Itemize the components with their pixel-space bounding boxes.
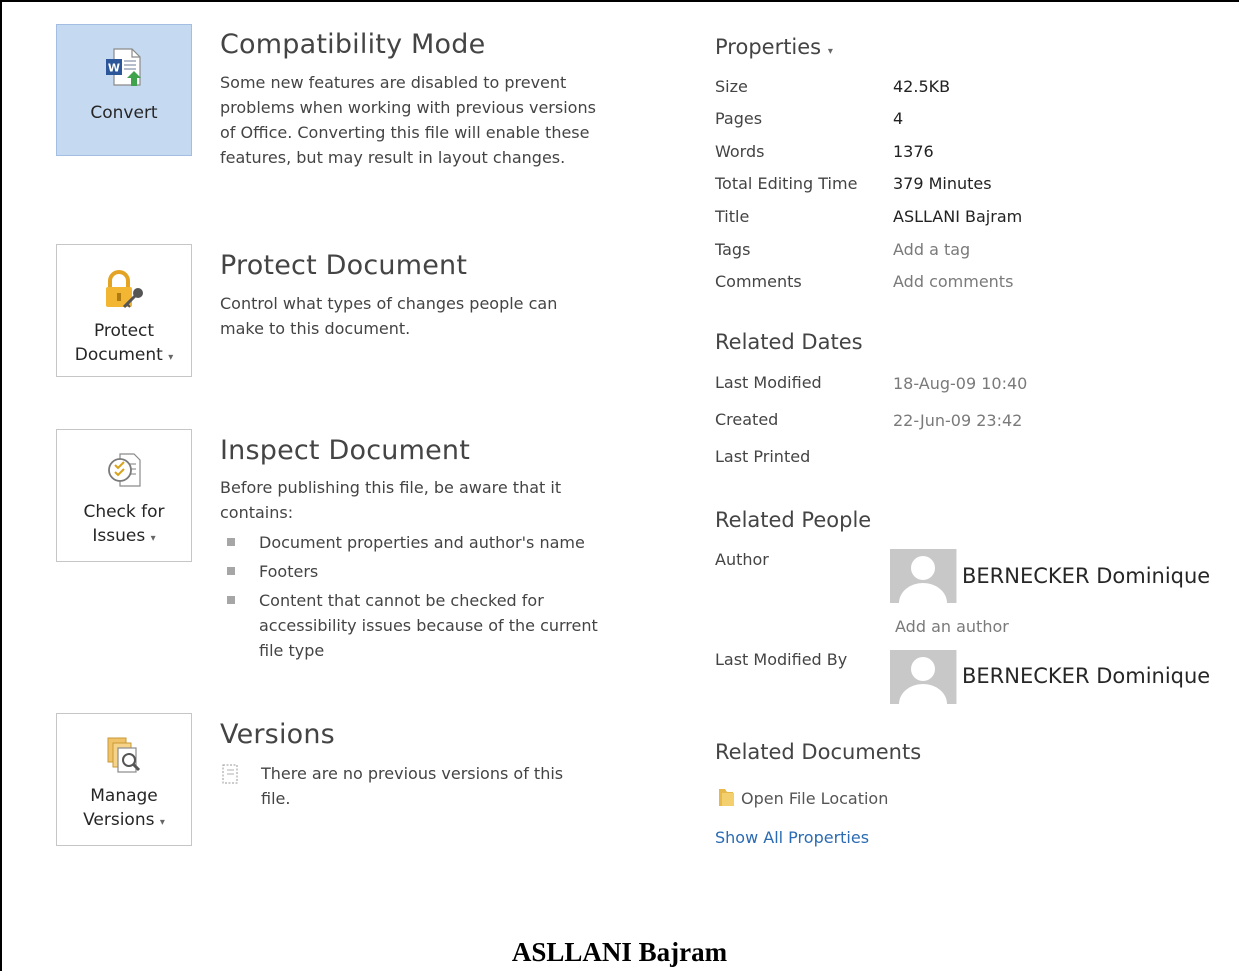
chevron-down-icon: ▾ — [159, 817, 165, 828]
lock-key-icon — [106, 270, 143, 309]
protect-document-label-line1: Protect — [93, 321, 155, 341]
protect-document-button[interactable]: Protect Document ▾ — [56, 244, 192, 377]
check-for-issues-label-line2: Issues ▾ — [57, 524, 191, 551]
list-item: Content that cannot be checked for acces… — [227, 588, 607, 663]
list-item: Footers — [227, 559, 607, 584]
person-icon — [899, 556, 947, 603]
author-label: Author — [715, 550, 769, 569]
prop-label-editing-time: Total Editing Time — [715, 174, 858, 193]
protect-document-title: Protect Document — [220, 250, 468, 281]
bullet-icon — [227, 567, 235, 575]
inspect-issues-list: Document properties and author's name Fo… — [227, 530, 607, 667]
manage-versions-label-line1: Manage — [90, 786, 158, 806]
avatar[interactable] — [890, 549, 957, 603]
author-name[interactable]: BERNECKER Dominique — [962, 564, 1210, 588]
manage-versions-button[interactable]: Manage Versions ▾ — [56, 713, 192, 846]
inspect-document-description: Before publishing this file, be aware th… — [220, 478, 562, 522]
protect-document-description: Control what types of changes people can… — [220, 294, 558, 338]
date-label-last-printed: Last Printed — [715, 447, 811, 466]
last-modified-by-label: Last Modified By — [715, 650, 848, 669]
convert-document-icon: W — [106, 48, 141, 86]
prop-value-title[interactable]: ASLLANI Bajram — [893, 207, 1022, 226]
bullet-icon — [227, 538, 235, 546]
list-item-text: Content that cannot be checked for acces… — [259, 591, 598, 660]
date-value-last-modified: 18-Aug-09 10:40 — [893, 374, 1028, 393]
versions-document-icon — [222, 764, 238, 784]
chevron-down-icon: ▾ — [827, 46, 833, 57]
prop-label-comments: Comments — [715, 272, 802, 291]
convert-button-label: Convert — [90, 103, 158, 123]
protect-document-label-text: Document — [74, 345, 163, 365]
page-footer-title: ASLLANI Bajram — [511, 937, 728, 967]
list-item-text: Footers — [259, 562, 319, 581]
svg-text:W: W — [108, 62, 120, 75]
compatibility-mode-description: Some new features are disabled to preven… — [220, 73, 596, 167]
prop-label-tags: Tags — [715, 240, 751, 259]
prop-label-pages: Pages — [715, 109, 763, 128]
list-item-text: Document properties and author's name — [259, 533, 585, 552]
add-author-field[interactable]: Add an author — [895, 617, 1009, 636]
manage-versions-label-text: Versions — [83, 810, 155, 830]
inspect-document-title: Inspect Document — [220, 435, 470, 466]
compatibility-mode-title: Compatibility Mode — [220, 29, 486, 60]
protect-document-label-line2: Document ▾ — [57, 343, 191, 370]
versions-title: Versions — [220, 719, 335, 750]
date-value-created: 22-Jun-09 23:42 — [893, 411, 1023, 430]
prop-label-words: Words — [715, 142, 765, 161]
list-item: Document properties and author's name — [227, 530, 607, 555]
manage-versions-icon — [107, 737, 141, 773]
prop-value-words: 1376 — [893, 142, 934, 161]
manage-versions-label-line2: Versions ▾ — [57, 808, 191, 835]
properties-dropdown[interactable]: Properties ▾ — [715, 35, 833, 59]
add-tag-field[interactable]: Add a tag — [893, 240, 970, 259]
add-comments-field[interactable]: Add comments — [893, 272, 1013, 291]
date-label-created: Created — [715, 410, 779, 429]
related-dates-heading: Related Dates — [715, 330, 863, 354]
prop-label-size: Size — [715, 77, 748, 96]
show-all-properties-link[interactable]: Show All Properties — [715, 828, 869, 847]
open-file-location-link[interactable]: Open File Location — [715, 786, 888, 808]
prop-value-editing-time: 379 Minutes — [893, 174, 992, 193]
person-icon — [899, 657, 947, 704]
check-for-issues-label-line1: Check for — [83, 502, 165, 522]
prop-label-title: Title — [715, 207, 750, 226]
related-people-heading: Related People — [715, 508, 872, 532]
open-file-location-text: Open File Location — [741, 789, 889, 808]
chevron-down-icon: ▾ — [168, 352, 174, 363]
check-for-issues-label-text: Issues — [92, 526, 146, 546]
last-modified-by-name[interactable]: BERNECKER Dominique — [962, 664, 1210, 688]
bullet-icon — [227, 596, 235, 604]
date-label-last-modified: Last Modified — [715, 373, 822, 392]
convert-button[interactable]: W Convert — [56, 24, 192, 156]
chevron-down-icon: ▾ — [150, 533, 156, 544]
inspect-document-icon — [108, 453, 141, 487]
versions-description: There are no previous versions of this f… — [261, 764, 564, 808]
check-for-issues-button[interactable]: Check for Issues ▾ — [56, 429, 192, 562]
folder-icon — [719, 789, 734, 806]
avatar[interactable] — [890, 650, 957, 704]
prop-value-pages: 4 — [893, 109, 904, 128]
prop-value-size: 42.5KB — [893, 77, 951, 96]
related-documents-heading: Related Documents — [715, 740, 922, 764]
properties-heading: Properties — [715, 35, 822, 59]
